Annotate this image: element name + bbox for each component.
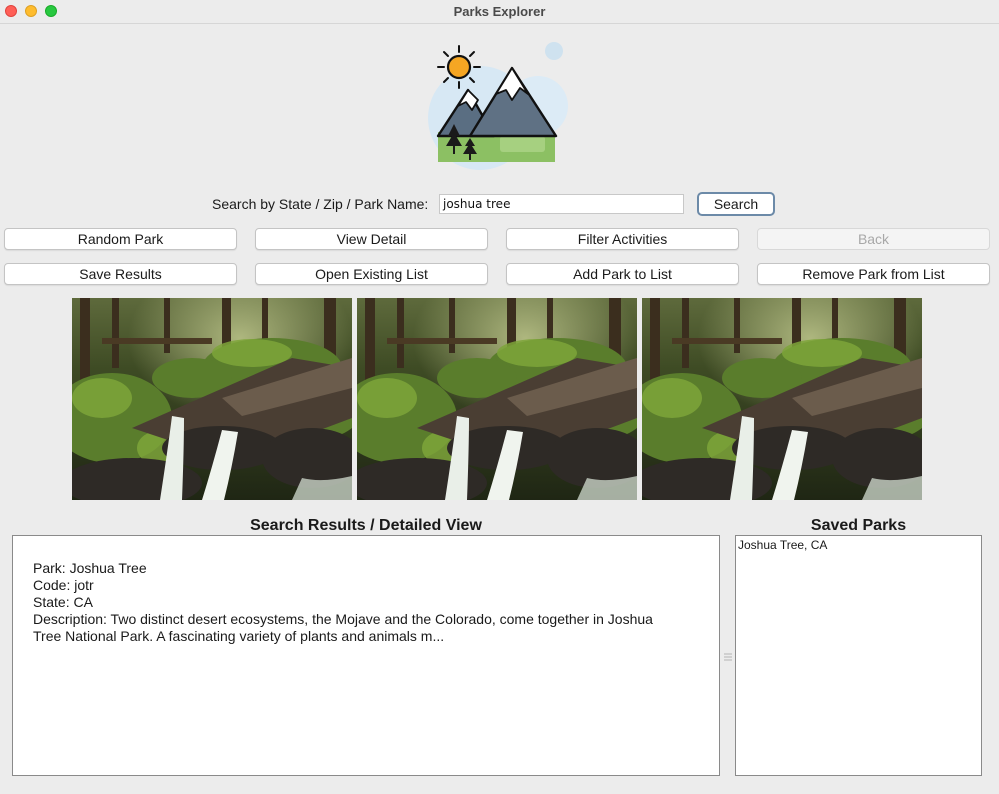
pane-divider-handle[interactable] [724, 650, 732, 662]
search-button[interactable]: Search [697, 192, 775, 216]
forest-waterfall-photo-icon [72, 298, 352, 500]
search-input[interactable]: joshua tree [439, 194, 684, 214]
saved-park-item[interactable]: Joshua Tree, CA [738, 538, 979, 553]
park-state-line: State: CA [33, 594, 93, 610]
open-existing-list-button[interactable]: Open Existing List [255, 263, 488, 285]
park-photo-3 [642, 298, 922, 500]
forest-waterfall-photo-icon [642, 298, 922, 500]
filter-activities-button[interactable]: Filter Activities [506, 228, 739, 250]
back-button[interactable]: Back [757, 228, 990, 250]
park-code-line: Code: jotr [33, 577, 94, 593]
window-title: Parks Explorer [453, 4, 546, 19]
forest-waterfall-photo-icon [357, 298, 637, 500]
random-park-button[interactable]: Random Park [4, 228, 237, 250]
results-text-area[interactable]: Park: Joshua Tree Code: jotr State: CA D… [12, 535, 720, 776]
park-name-line: Park: Joshua Tree [33, 560, 147, 576]
mountain-sun-logo-icon [420, 36, 580, 172]
search-label: Search by State / Zip / Park Name: [212, 196, 429, 212]
park-photo-2 [357, 298, 637, 500]
remove-park-from-list-button[interactable]: Remove Park from List [757, 263, 990, 285]
saved-parks-list[interactable]: Joshua Tree, CA [735, 535, 982, 776]
view-detail-button[interactable]: View Detail [255, 228, 488, 250]
title-bar: Parks Explorer [0, 0, 999, 24]
results-heading: Search Results / Detailed View [250, 517, 482, 534]
park-description-line: Description: Two distinct desert ecosyst… [33, 611, 653, 644]
park-photo-1 [72, 298, 352, 500]
saved-parks-heading: Saved Parks [810, 517, 907, 534]
add-park-to-list-button[interactable]: Add Park to List [506, 263, 739, 285]
save-results-button[interactable]: Save Results [4, 263, 237, 285]
